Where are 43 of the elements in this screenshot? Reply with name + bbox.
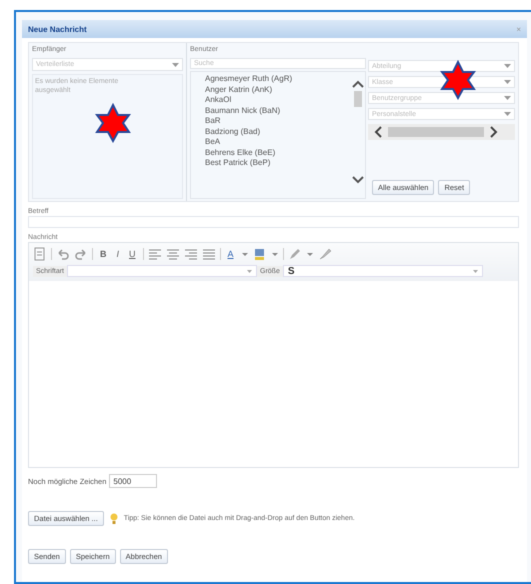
- scroll-left-icon: [374, 126, 382, 138]
- pen-icon[interactable]: [288, 247, 302, 261]
- scroll-right-icon: [490, 126, 498, 138]
- star-icon: [440, 60, 476, 100]
- user-list-item[interactable]: BeA: [205, 137, 351, 148]
- horizontal-scrollbar-icon: [388, 127, 484, 137]
- user-list-item[interactable]: Agnesmeyer Ruth (AgR): [205, 74, 351, 84]
- user-list-item[interactable]: Best Patrick (BeP): [205, 158, 351, 168]
- user-list-item[interactable]: AnkaOl: [205, 95, 351, 106]
- user-list-item[interactable]: BaR: [205, 116, 351, 126]
- dropdown-arrow-icon: [504, 112, 511, 116]
- remaining-count-field[interactable]: 5000: [109, 474, 158, 488]
- dropdown-arrow-icon: [172, 62, 179, 66]
- dropdown-arrow-icon: [504, 64, 511, 68]
- document-icon[interactable]: [33, 247, 47, 261]
- align-right-icon[interactable]: [184, 247, 198, 261]
- dropdown-arrow-icon: [247, 270, 252, 272]
- scroll-down-icon: [352, 176, 364, 184]
- dropdown-arrow-icon: [504, 96, 511, 100]
- redo-icon[interactable]: [74, 247, 88, 261]
- dialog-title: Neue Nachricht: [28, 24, 87, 34]
- user-list-item[interactable]: Baumann Nick (BaN): [205, 106, 351, 116]
- align-center-icon[interactable]: [166, 247, 180, 261]
- format-button[interactable]: B: [97, 249, 110, 259]
- user-list-item[interactable]: Anger Katrin (AnK): [205, 84, 351, 95]
- format-button[interactable]: U: [126, 249, 139, 259]
- format-button[interactable]: A: [224, 249, 237, 259]
- format-button[interactable]: I: [114, 249, 122, 259]
- undo-icon[interactable]: [56, 247, 70, 261]
- subject-field[interactable]: [28, 216, 519, 228]
- eraser-icon[interactable]: [318, 247, 332, 261]
- highlight-icon[interactable]: [252, 247, 267, 261]
- lightbulb-icon: [110, 512, 118, 524]
- scroll-up-icon: [352, 80, 364, 88]
- size-dropdown[interactable]: S: [282, 265, 483, 277]
- star-icon: [95, 103, 131, 143]
- align-left-icon[interactable]: [148, 247, 162, 261]
- dropdown-arrow-icon: [472, 270, 478, 272]
- user-list-item[interactable]: Badziong (Bad): [205, 126, 351, 137]
- user-list-item[interactable]: Behrens Elke (BeE): [205, 148, 351, 158]
- dropdown-arrow-icon: [504, 80, 511, 84]
- justify-icon[interactable]: [202, 247, 216, 261]
- scrollbar-thumb-icon: [354, 91, 362, 107]
